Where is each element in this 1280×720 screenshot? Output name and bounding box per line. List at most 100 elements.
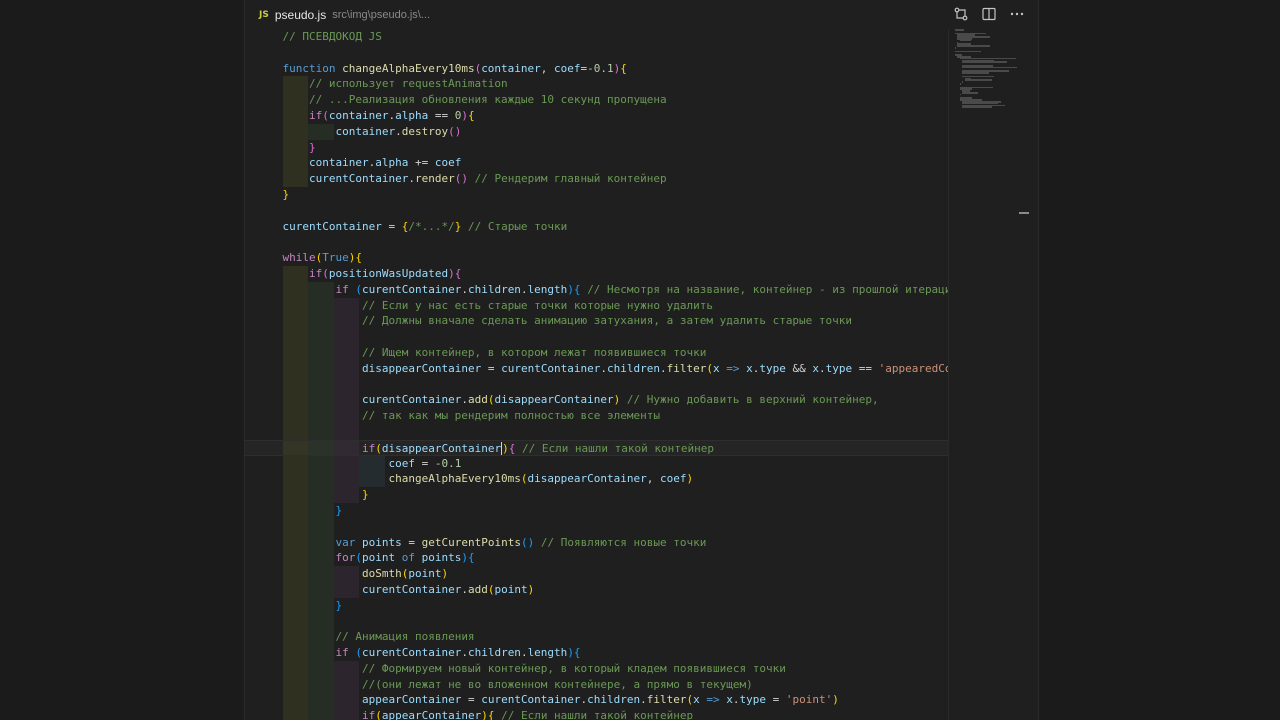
code-text: container.destroy(): [335, 124, 462, 138]
code-line: curentContainer.render() // Рендерим гла…: [245, 171, 948, 187]
code-text: doSmth(point): [361, 567, 449, 581]
code-line: appearContainer = curentContainer.childr…: [245, 692, 948, 709]
code-line: // так как мы рендерим полностью все эле…: [245, 408, 948, 424]
code-text: for(point of points){: [335, 551, 475, 565]
code-text: if(appearContainer){ // Если нашли такой…: [361, 709, 694, 720]
code-line: }: [245, 597, 948, 614]
code-text: if(disappearContainer){ // Если нашли та…: [361, 441, 715, 456]
code-text: }: [335, 598, 343, 612]
tab-pseudo-js[interactable]: JS pseudo.js src\img\pseudo.js\...: [259, 6, 430, 24]
code-line: }: [245, 139, 948, 156]
code-line: }: [245, 487, 948, 503]
code-line: [245, 613, 948, 630]
code-text: }: [309, 140, 316, 154]
minimap-line: [955, 50, 981, 53]
code-line: if(appearContainer){ // Если нашли такой…: [245, 708, 948, 720]
code-text: }: [282, 187, 290, 201]
code-text: // ...Реализация обновления каждые 10 се…: [282, 93, 667, 107]
minimap-line: [962, 72, 990, 74]
code-line: // Формируем новый контейнер, в который …: [245, 660, 948, 677]
scrollbar-thumb[interactable]: [1019, 212, 1029, 214]
code-line: [245, 329, 948, 345]
code-line: function changeAlphaEvery10ms(container,…: [245, 61, 948, 77]
code-line: // использует requestAnimation: [245, 76, 948, 93]
code-line: coef = -0.1: [245, 455, 948, 472]
minimap-line: [955, 47, 956, 49]
code-line: curentContainer.add(point): [245, 581, 948, 598]
code-area[interactable]: // ПСЕВДОКОД JS function changeAlphaEver…: [245, 29, 948, 720]
code-line: [245, 376, 948, 393]
code-line: [245, 423, 948, 440]
code-line: container.destroy(): [245, 123, 948, 140]
code-line: disappearContainer = curentContainer.chi…: [245, 360, 948, 377]
code-text: curentContainer.add(point): [361, 582, 535, 596]
code-line: if (curentContainer.children.length){ //…: [245, 281, 948, 298]
editor-actions: [952, 5, 1026, 23]
code-line: curentContainer = {/*...*/} // Старые то…: [245, 219, 948, 235]
code-text: // так как мы рендерим полностью все эле…: [282, 409, 660, 423]
code-text: // Если у нас есть старые точки которые …: [282, 298, 713, 312]
code-text: // использует requestAnimation: [282, 77, 508, 91]
code-text: }: [335, 503, 343, 517]
background-right: [1037, 0, 1280, 720]
code-line: [245, 518, 948, 535]
code-text: // Формируем новый контейнер, в который …: [282, 661, 786, 675]
code-text: container.alpha += coef: [309, 156, 462, 170]
code-line: if(positionWasUpdated){: [245, 265, 948, 282]
code-text: if (curentContainer.children.length){: [335, 646, 581, 660]
minimap-line: [959, 83, 961, 85]
code-text: if(positionWasUpdated){: [309, 266, 462, 280]
code-line: if (curentContainer.children.length){: [245, 645, 948, 661]
code-text: coef = -0.1: [388, 456, 462, 470]
minimap-line: [957, 45, 990, 47]
compare-changes-icon[interactable]: [952, 5, 970, 23]
code-text: changeAlphaEvery10ms(disappearContainer,…: [388, 472, 694, 486]
code-line: if(container.alpha == 0){: [245, 107, 948, 124]
code-line: for(point of points){: [245, 550, 948, 567]
code-line: }: [245, 187, 948, 203]
code-line: while(True){: [245, 250, 948, 266]
code-line: // ...Реализация обновления каждые 10 се…: [245, 92, 948, 108]
js-file-icon: JS: [259, 10, 269, 20]
minimap-preview: [955, 29, 1025, 109]
minimap[interactable]: [948, 29, 1029, 720]
code-text: //(они лежат не во вложенном контейнере,…: [282, 677, 753, 691]
minimap-line: [962, 81, 963, 83]
code-text: }: [361, 488, 369, 502]
code-text: appearContainer = curentContainer.childr…: [361, 693, 839, 707]
code-line: changeAlphaEvery10ms(disappearContainer,…: [245, 471, 948, 488]
code-line: //(они лежат не во вложенном контейнере,…: [245, 676, 948, 693]
code-text: curentContainer.add(disappearContainer) …: [361, 393, 879, 407]
code-text: if (curentContainer.children.length){ //…: [335, 282, 948, 296]
code-text: // Ищем контейнер, в котором лежат появи…: [282, 345, 707, 359]
minimap-line: [959, 93, 961, 96]
minimap-line: [964, 79, 993, 81]
code-text: curentContainer.render() // Рендерим гла…: [309, 172, 667, 186]
minimap-line: [959, 39, 972, 42]
minimap-line: [955, 29, 964, 31]
code-text: if(container.alpha == 0){: [309, 108, 475, 122]
minimap-line: [962, 106, 993, 108]
more-actions-icon[interactable]: [1008, 5, 1026, 23]
tab-path: src\img\pseudo.js\...: [332, 9, 431, 21]
tab-filename: pseudo.js: [274, 8, 327, 22]
code-text: curentContainer = {/*...*/} // Старые то…: [282, 219, 568, 233]
code-line: doSmth(point): [245, 566, 948, 582]
code-line: // Если у нас есть старые точки которые …: [245, 297, 948, 314]
code-line: // ПСЕВДОКОД JS: [245, 29, 948, 45]
code-text: while(True){: [282, 251, 363, 265]
code-text: // ПСЕВДОКОД JS: [282, 30, 382, 43]
code-line: container.alpha += coef: [245, 155, 948, 172]
code-line: }: [245, 502, 948, 519]
tab-bar: JS pseudo.js src\img\pseudo.js\...: [245, 0, 1038, 30]
code-line: // Анимация появления: [245, 629, 948, 646]
code-line: var points = getCurentPoints() // Появля…: [245, 534, 948, 551]
split-editor-icon[interactable]: [980, 5, 998, 23]
code-line: // Ищем контейнер, в котором лежат появи…: [245, 344, 948, 361]
editor-window: JS pseudo.js src\img\pseudo.js\... // ПС…: [244, 0, 1039, 720]
minimap-line: [962, 92, 978, 94]
code-text: var points = getCurentPoints() // Появля…: [335, 535, 707, 549]
